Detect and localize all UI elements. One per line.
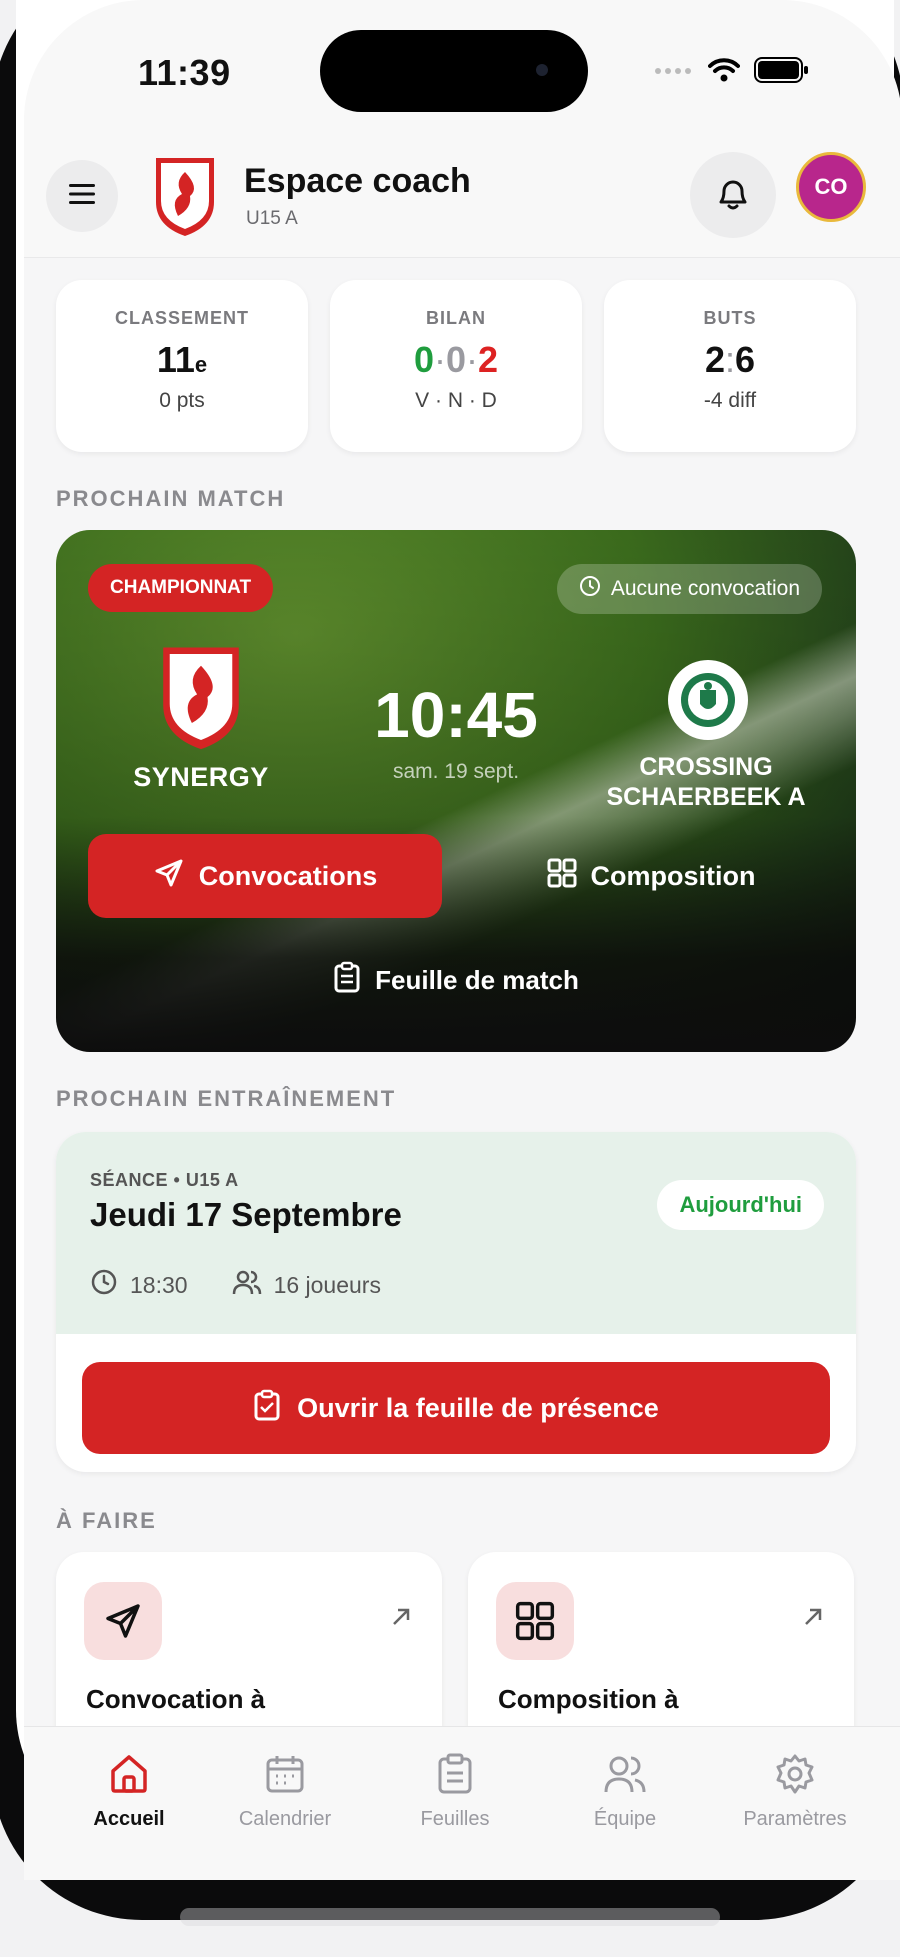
section-title-next-match: PROCHAIN MATCH	[56, 486, 286, 511]
users-icon	[603, 1756, 647, 1799]
todo-card-composition[interactable]: Composition à	[468, 1552, 854, 1726]
clipboard-icon	[436, 1753, 474, 1799]
next-match-card[interactable]: CHAMPIONNAT Aucune convocation SYNERGY 1…	[56, 530, 856, 1052]
stat-label: CLASSEMENT	[114, 308, 249, 328]
convocations-button[interactable]: Convocations	[88, 834, 442, 918]
open-attendance-button[interactable]: Ouvrir la feuille de présence	[82, 1362, 830, 1454]
grid-icon	[547, 858, 577, 895]
next-training-card[interactable]: SÉANCE • U15 A Jeudi 17 Septembre Aujour…	[56, 1132, 856, 1472]
stat-classement[interactable]: CLASSEMENT 11e 0 pts	[56, 280, 308, 452]
competition-badge: CHAMPIONNAT	[88, 564, 274, 612]
clipboard-icon	[333, 961, 361, 1000]
stat-sub: -4 diff	[703, 389, 757, 412]
home-team-name: SYNERGY	[133, 762, 269, 792]
training-meta: SÉANCE • U15 A	[90, 1170, 239, 1190]
bell-icon	[715, 174, 751, 217]
wifi-icon	[708, 57, 740, 88]
notifications-button[interactable]	[690, 152, 776, 238]
training-details: 18:30 16 joueurs	[90, 1268, 381, 1302]
tab-feuilles[interactable]: Feuilles	[370, 1753, 540, 1831]
stat-sub: 0 pts	[159, 389, 205, 412]
clipboard-check-icon	[253, 1389, 281, 1428]
tab-calendrier[interactable]: Calendrier	[200, 1753, 370, 1831]
app-header: Espace coach U15 A CO	[24, 140, 900, 258]
kickoff-time: 10:45	[374, 679, 538, 751]
team-subtitle: U15 A	[246, 208, 298, 229]
match-sheet-button[interactable]: Feuille de match	[256, 940, 656, 1020]
club-logo	[152, 154, 218, 238]
home-indicator	[180, 1908, 720, 1926]
battery-icon	[754, 56, 810, 89]
dynamic-island	[320, 30, 588, 112]
send-icon	[153, 857, 185, 896]
stat-sub: V · N · D	[415, 389, 497, 412]
users-icon	[232, 1268, 262, 1302]
bottom-tab-bar: Accueil Calendrier Feuilles Équipe Param…	[24, 1726, 900, 1880]
user-avatar[interactable]: CO	[796, 152, 866, 222]
composition-button[interactable]: Composition	[476, 834, 826, 918]
section-title-todo: À FAIRE	[56, 1508, 157, 1533]
home-team-logo	[158, 642, 244, 752]
send-icon	[84, 1582, 162, 1660]
convocation-status-badge: Aucune convocation	[556, 564, 822, 614]
arrow-up-right-icon	[390, 1606, 412, 1633]
match-date: sam. 19 sept.	[392, 760, 520, 783]
arrow-up-right-icon	[802, 1606, 824, 1633]
todo-title: Composition à	[498, 1684, 679, 1714]
home-icon	[107, 1755, 151, 1799]
menu-button[interactable]	[46, 160, 118, 232]
training-players: 16 joueurs	[273, 1271, 381, 1298]
calendar-icon	[264, 1756, 306, 1799]
stat-value: 0·0·2	[413, 339, 499, 380]
hamburger-icon	[67, 182, 97, 211]
training-title: Jeudi 17 Septembre	[90, 1196, 402, 1233]
grid-icon	[496, 1582, 574, 1660]
status-icons	[654, 56, 810, 89]
stats-row: CLASSEMENT 11e 0 pts BILAN 0·0·2 V · N ·…	[56, 280, 856, 452]
todo-card-convocation[interactable]: Convocation à	[56, 1552, 442, 1726]
tab-equipe[interactable]: Équipe	[540, 1753, 710, 1831]
stat-bilan[interactable]: BILAN 0·0·2 V · N · D	[330, 280, 582, 452]
training-time: 18:30	[130, 1271, 188, 1298]
stat-label: BILAN	[426, 308, 486, 328]
main-content[interactable]: CLASSEMENT 11e 0 pts BILAN 0·0·2 V · N ·…	[24, 258, 900, 1726]
clock-icon	[579, 575, 601, 603]
section-title-next-training: PROCHAIN ENTRAÎNEMENT	[56, 1086, 397, 1111]
page-title: Espace coach	[244, 162, 471, 200]
status-time: 11:39	[138, 52, 231, 93]
clock-icon	[90, 1268, 118, 1302]
stat-buts[interactable]: BUTS 2:6 -4 diff	[604, 280, 856, 452]
todo-title: Convocation à	[86, 1684, 266, 1714]
signal-icon	[654, 64, 694, 82]
stat-value: 11e	[156, 339, 208, 380]
today-badge: Aujourd'hui	[657, 1180, 824, 1230]
away-team-name: CROSSING SCHAERBEEK A	[606, 753, 806, 811]
tab-accueil[interactable]: Accueil	[44, 1753, 214, 1831]
tab-parametres[interactable]: Paramètres	[710, 1753, 880, 1831]
away-team-logo	[668, 660, 748, 740]
stat-value: 2:6	[704, 339, 756, 380]
stat-label: BUTS	[703, 308, 757, 328]
settings-icon	[774, 1754, 816, 1799]
